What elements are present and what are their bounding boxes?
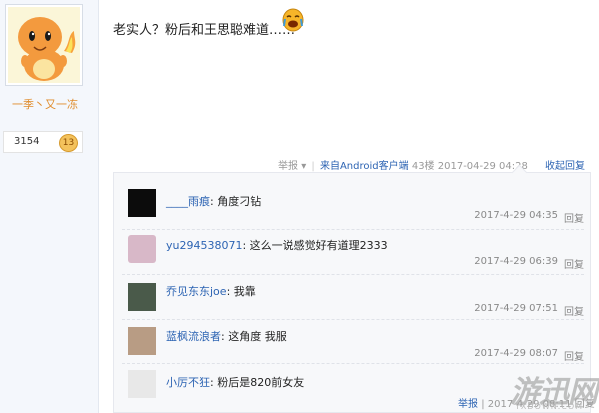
post-content: 老实人？粉后和王思聪难道……: [113, 23, 296, 38]
reply-username[interactable]: ____雨痕: [166, 195, 210, 208]
reply-text: 这角度 我服: [228, 330, 287, 343]
reply-text: 粉后是820前女友: [217, 376, 305, 389]
reply-text: 这么一说感觉好有道理2333: [249, 239, 388, 252]
reply-button[interactable]: 回复: [564, 210, 584, 225]
reply-content: 乔见东东joe: 我靠: [166, 285, 256, 298]
divider: [122, 319, 584, 320]
floor-number: 43楼: [411, 161, 435, 172]
reply-time: 2017-4-29 08:07: [474, 348, 558, 359]
chevron-down-icon[interactable]: ▾: [301, 161, 306, 172]
reply-button[interactable]: 回复: [564, 348, 584, 363]
author-post-count: 3154: [14, 136, 40, 147]
divider: [122, 274, 584, 275]
post-meta: 举报 ▾ | 来自Android客户端 43楼 2017-04-29 04:28: [278, 157, 528, 172]
reply-text: 我靠: [233, 285, 256, 298]
author-sidebar: 一季丶又一冻 3154 13: [0, 0, 99, 413]
crying-laughing-emoji-icon: [282, 8, 304, 36]
author-avatar[interactable]: [5, 4, 83, 86]
author-rank: 3154 13: [3, 131, 83, 153]
reply-content: ____雨痕: 角度刁钻: [166, 195, 262, 208]
watermark-subtext: YXDOWN.COM: [515, 402, 584, 411]
reply-content: yu294538071: 这么一说感觉好有道理2333: [166, 239, 388, 252]
author-username[interactable]: 一季丶又一冻: [0, 96, 90, 112]
reply-time: 2017-4-29 04:35: [474, 210, 558, 221]
collapse-reply-button[interactable]: 收起回复: [545, 157, 585, 172]
report-link[interactable]: 举报: [278, 161, 298, 172]
reply-text: 角度刁钻: [217, 195, 262, 208]
reply-button[interactable]: 回复: [564, 256, 584, 271]
reply-username[interactable]: 乔见东东joe: [166, 285, 227, 298]
avatar[interactable]: [128, 283, 156, 311]
meta-separator: |: [311, 161, 315, 172]
reply-username[interactable]: 蓝枫流浪者: [166, 330, 221, 343]
reply-username[interactable]: 小厉不狂: [166, 376, 210, 389]
divider: [122, 229, 584, 230]
source-link[interactable]: 来自Android客户端: [320, 161, 409, 172]
avatar[interactable]: [128, 370, 156, 398]
reply-button[interactable]: 回复: [564, 303, 584, 318]
divider: [122, 363, 584, 364]
avatar[interactable]: [128, 327, 156, 355]
reply-username[interactable]: yu294538071: [166, 239, 242, 252]
avatar[interactable]: [128, 235, 156, 263]
level-badge-icon[interactable]: 13: [59, 134, 78, 152]
reply-content: 蓝枫流浪者: 这角度 我服: [166, 330, 287, 343]
meta-separator: |: [481, 399, 485, 410]
report-link[interactable]: 举报: [458, 399, 478, 410]
avatar[interactable]: [128, 189, 156, 217]
reply-content: 小厉不狂: 粉后是820前女友: [166, 376, 305, 389]
reply-time: 2017-4-29 06:39: [474, 256, 558, 267]
reply-time: 2017-4-29 07:51: [474, 303, 558, 314]
